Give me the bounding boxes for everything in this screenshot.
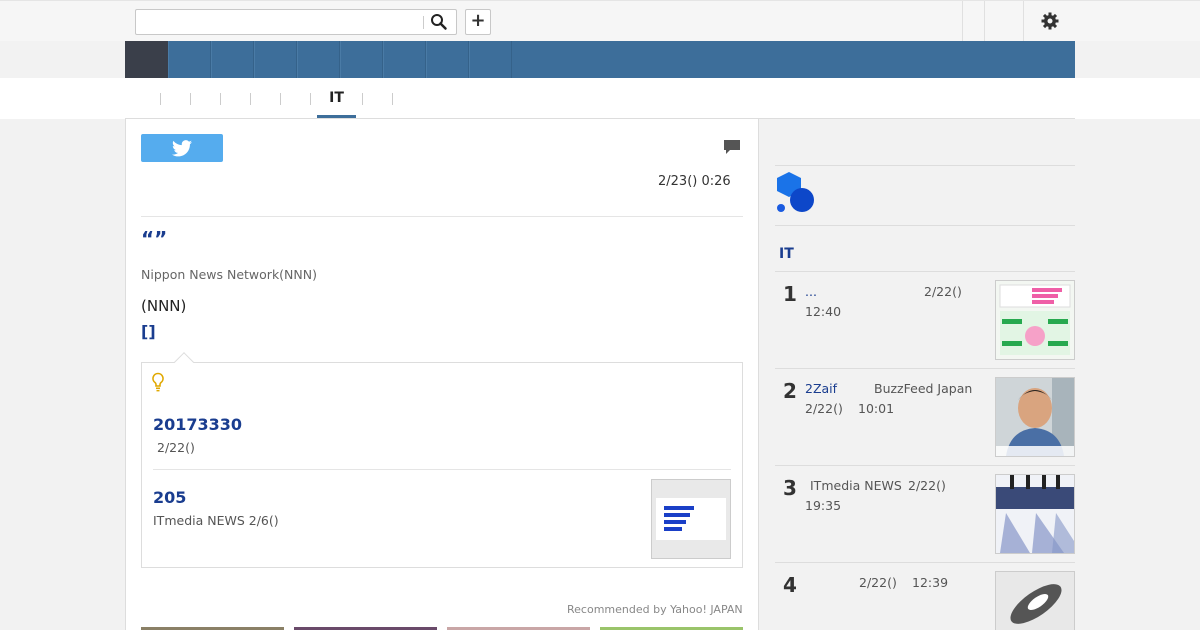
brand-logo-icon xyxy=(777,172,814,212)
tweet-button[interactable] xyxy=(141,134,223,162)
rank-date: 2/22() xyxy=(805,401,843,416)
related-article-meta: ITmedia NEWS 2/6() xyxy=(153,513,279,528)
nav-item[interactable] xyxy=(340,41,383,78)
rank-date: 2/22() xyxy=(859,575,897,590)
rank-time: 10:01 xyxy=(858,401,895,416)
related-article-thumbnail[interactable] xyxy=(651,479,731,559)
thumbnail-image xyxy=(996,378,1074,456)
related-article-title[interactable]: 205 xyxy=(153,488,186,507)
tab-divider xyxy=(280,93,281,105)
search-input[interactable] xyxy=(140,13,420,31)
thumbnail-bar xyxy=(664,527,682,531)
rank-thumbnail[interactable] xyxy=(995,474,1075,554)
rank-source: ITmedia NEWS xyxy=(810,478,902,493)
nav-item[interactable] xyxy=(383,41,426,78)
ranking-heading: IT xyxy=(779,246,794,262)
rank-title[interactable]: ... xyxy=(805,284,817,299)
header-divider xyxy=(984,1,985,41)
search-icon xyxy=(431,14,447,30)
rank-thumbnail[interactable] xyxy=(995,280,1075,360)
related-article-meta: 2/22() xyxy=(157,440,195,455)
thumbnail-bar xyxy=(664,520,686,524)
ranking-sidebar: IT 1 ... 2/22() 12:40 2 2Zaif BuzzFeed J… xyxy=(775,119,1075,630)
thumbnail-image xyxy=(996,281,1074,359)
rank-time: 12:40 xyxy=(805,304,842,319)
rank-time: 19:35 xyxy=(805,498,842,513)
nav-item[interactable] xyxy=(469,41,512,78)
header-divider xyxy=(1023,1,1024,41)
nav-item[interactable] xyxy=(254,41,297,78)
tab-divider xyxy=(220,93,221,105)
article-link[interactable]: [] xyxy=(141,322,156,341)
related-article-title[interactable]: 20173330 xyxy=(153,415,242,434)
thumbnail-image xyxy=(996,475,1074,553)
tab-divider xyxy=(250,93,251,105)
rank-title[interactable]: 2Zaif xyxy=(805,381,837,396)
rank-thumbnail[interactable] xyxy=(995,571,1075,630)
nav-item[interactable] xyxy=(426,41,469,78)
rank-number: 3 xyxy=(783,476,797,500)
thumbnail-image xyxy=(996,572,1074,630)
tab-divider xyxy=(392,93,393,105)
top-header: + xyxy=(0,0,1200,41)
search-divider xyxy=(423,16,424,29)
tab-divider xyxy=(190,93,191,105)
add-button[interactable]: + xyxy=(465,9,491,35)
nav-item[interactable] xyxy=(211,41,254,78)
ranking-item[interactable]: 3 ITmedia NEWS 2/22() 19:35 xyxy=(775,466,1075,563)
ranking-item[interactable]: 1 ... 2/22() 12:40 xyxy=(775,272,1075,369)
rank-number: 2 xyxy=(783,379,797,403)
search-box xyxy=(135,9,457,35)
nav-item[interactable] xyxy=(168,41,211,78)
search-button[interactable] xyxy=(430,13,450,31)
article-body: (NNN) xyxy=(141,297,187,315)
article-source: Nippon News Network(NNN) xyxy=(141,267,317,282)
related-articles-box: 20173330 2/22() 205 ITmedia NEWS 2/6() xyxy=(141,352,743,568)
gear-icon xyxy=(1041,12,1059,30)
nav-home[interactable] xyxy=(125,41,168,78)
nav-item[interactable] xyxy=(297,41,340,78)
article-title[interactable]: “” xyxy=(141,227,167,251)
settings-button[interactable] xyxy=(1040,11,1060,31)
divider xyxy=(775,165,1075,166)
box-notch xyxy=(174,352,194,372)
brand-logo xyxy=(775,171,1075,225)
article-panel: 2/23() 0:26 “” Nippon News Network(NNN) … xyxy=(125,119,759,630)
rank-time: 12:39 xyxy=(912,575,949,590)
rank-source: BuzzFeed Japan xyxy=(874,381,973,396)
thumbnail-image xyxy=(656,498,726,540)
thumbnail-bar xyxy=(664,506,694,510)
ranking-item[interactable]: 2 2Zaif BuzzFeed Japan 2/22() 10:01 xyxy=(775,369,1075,466)
recommended-label: Recommended by Yahoo! JAPAN xyxy=(567,603,743,616)
article-datetime: 2/23() 0:26 xyxy=(658,174,731,189)
tab-divider xyxy=(310,93,311,105)
rank-date: 2/22() xyxy=(908,478,946,493)
divider xyxy=(153,469,731,470)
comment-icon[interactable] xyxy=(723,139,741,156)
sub-category-tabs: IT xyxy=(0,78,1200,119)
tab-it[interactable]: IT xyxy=(317,86,356,119)
tab-divider xyxy=(362,93,363,105)
header-divider xyxy=(962,1,963,41)
twitter-icon xyxy=(172,140,192,157)
rank-number: 4 xyxy=(783,573,797,597)
lightbulb-icon xyxy=(152,372,164,392)
divider xyxy=(775,225,1075,226)
tab-divider xyxy=(160,93,161,105)
thumbnail-bar xyxy=(664,513,690,517)
divider xyxy=(141,216,743,217)
rank-date: 2/22() xyxy=(924,284,962,299)
rank-number: 1 xyxy=(783,282,797,306)
category-nav xyxy=(125,41,1075,78)
rank-thumbnail[interactable] xyxy=(995,377,1075,457)
ranking-item[interactable]: 4 2/22() 12:39 xyxy=(775,563,1075,630)
